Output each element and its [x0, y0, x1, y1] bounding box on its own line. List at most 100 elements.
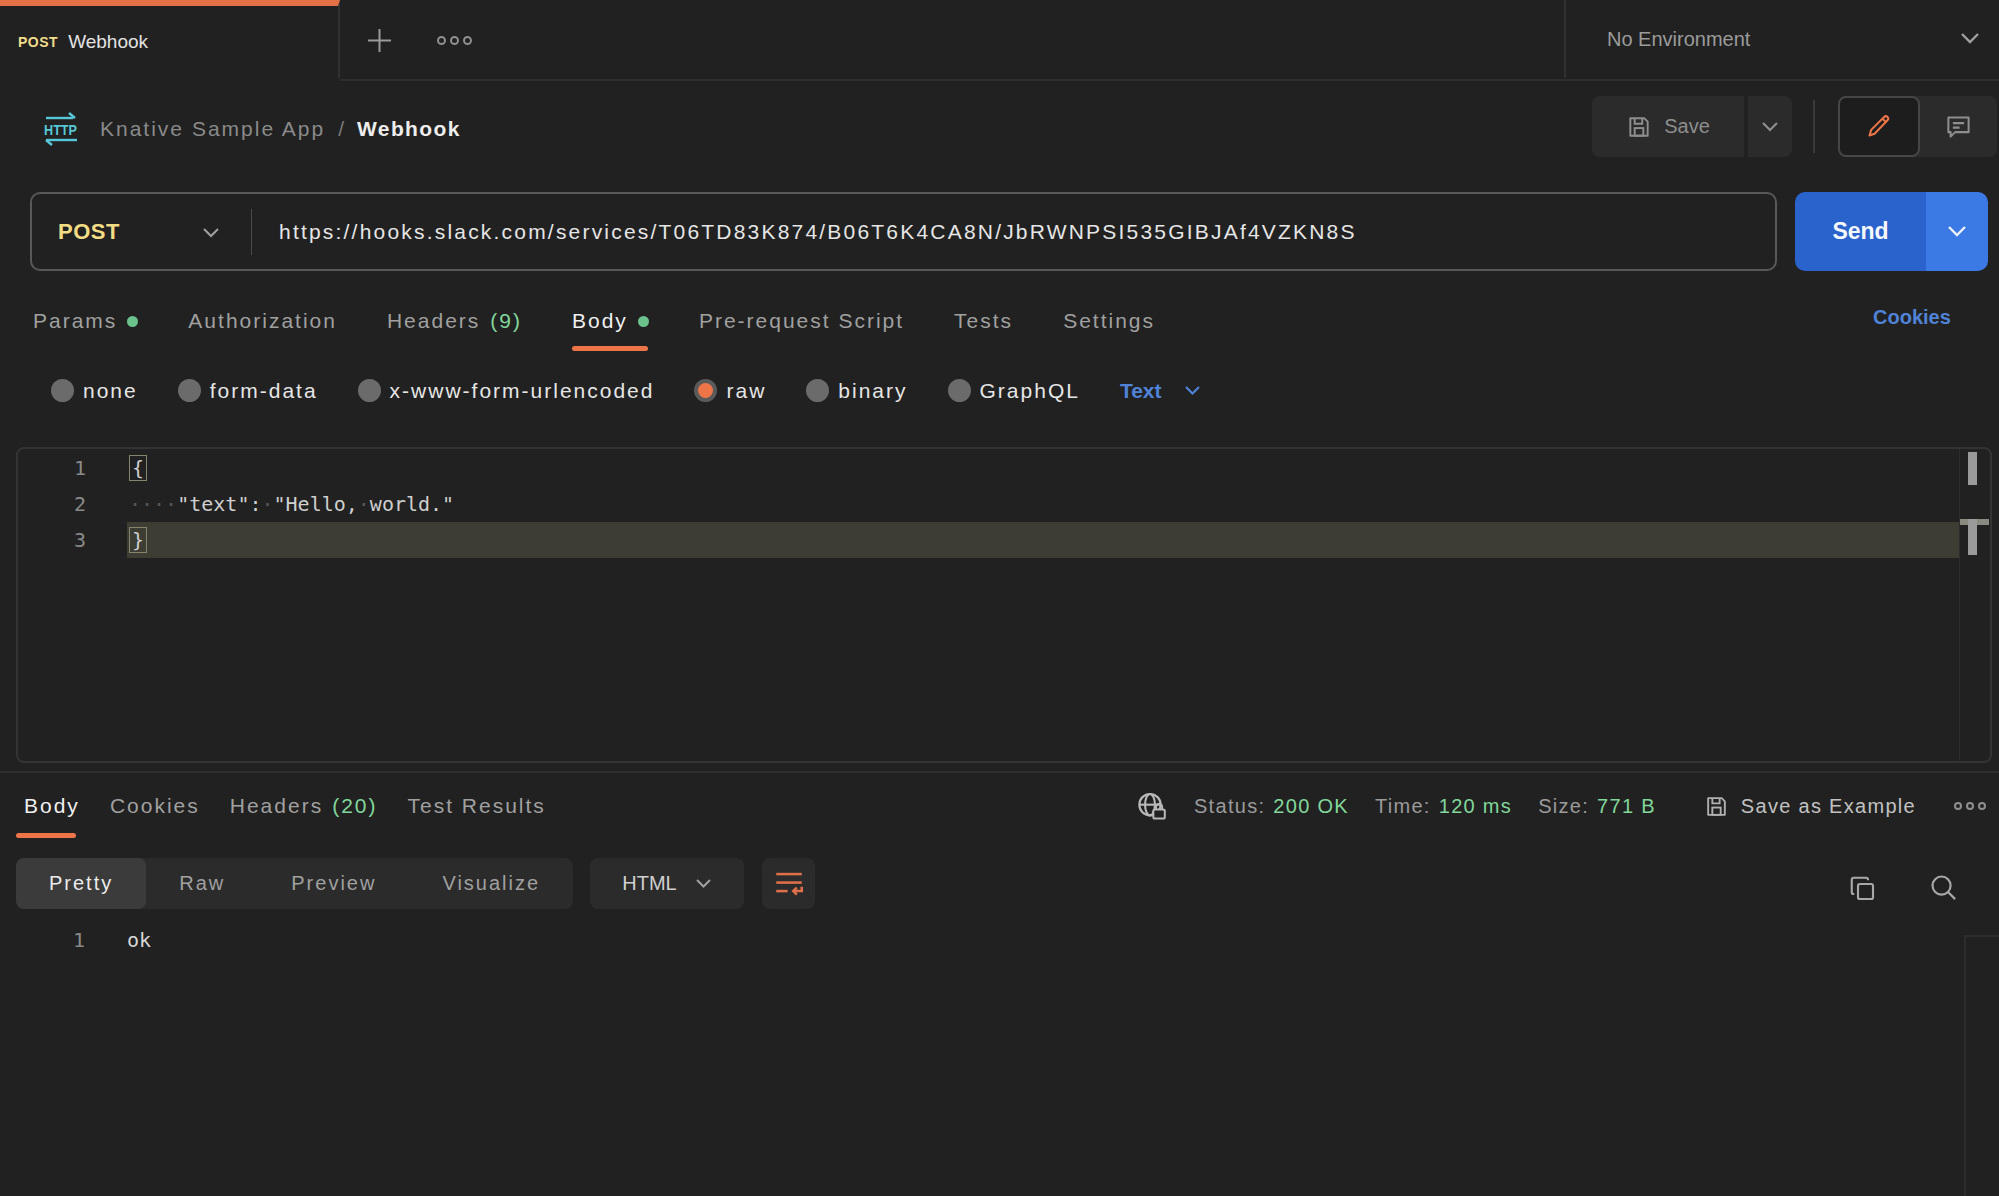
response-line-number: 1	[0, 922, 85, 958]
response-status-row: Status: 200 OK Time: 120 ms Size: 771 B …	[1136, 785, 1986, 827]
body-type-graphql[interactable]: GraphQL	[948, 379, 1080, 403]
view-raw[interactable]: Raw	[146, 858, 258, 909]
tab-pre-request-label: Pre-request Script	[699, 309, 904, 333]
cookies-link[interactable]: Cookies	[1873, 306, 1951, 329]
network-status-icon[interactable]	[1136, 790, 1168, 822]
tab-tests-label: Tests	[954, 309, 1013, 333]
view-preview[interactable]: Preview	[258, 858, 409, 909]
line-number-2: 2	[18, 486, 86, 522]
send-button[interactable]: Send	[1795, 192, 1926, 271]
raw-format-selector[interactable]: Text	[1120, 379, 1201, 403]
body-type-urlencoded-label: x-www-form-urlencoded	[390, 379, 655, 403]
environment-label: No Environment	[1607, 28, 1750, 51]
save-example-icon	[1704, 794, 1729, 819]
environment-selector[interactable]: No Environment	[1607, 0, 1750, 78]
environment-chevron-icon[interactable]	[1960, 31, 1980, 45]
breadcrumb-collection[interactable]: Knative Sample App	[100, 117, 325, 141]
url-divider	[251, 209, 252, 255]
open-brace: {	[129, 455, 147, 481]
tab-params-label: Params	[33, 309, 117, 333]
status-value[interactable]: 200 OK	[1273, 795, 1349, 818]
save-example-label: Save as Example	[1741, 795, 1916, 818]
body-type-raw[interactable]: raw	[694, 379, 766, 403]
response-tab-test-results[interactable]: Test Results	[408, 794, 546, 818]
body-type-x-www-form-urlencoded[interactable]: x-www-form-urlencoded	[358, 379, 655, 403]
status-label: Status:	[1194, 795, 1265, 818]
status-pair: Status: 200 OK	[1194, 795, 1349, 818]
view-pretty[interactable]: Pretty	[16, 858, 146, 909]
body-type-raw-label: raw	[726, 379, 766, 403]
view-visualize[interactable]: Visualize	[409, 858, 573, 909]
tab-tests[interactable]: Tests	[954, 309, 1013, 333]
radio-graphql[interactable]	[948, 379, 971, 402]
body-type-none[interactable]: none	[51, 379, 138, 403]
body-type-form-data-label: form-data	[210, 379, 318, 403]
save-options-button[interactable]	[1746, 96, 1792, 157]
response-options-icon[interactable]	[1954, 802, 1986, 810]
active-tab-underline	[572, 346, 648, 351]
edit-request-button[interactable]	[1838, 96, 1920, 157]
body-type-row: none form-data x-www-form-urlencoded raw…	[51, 378, 1201, 403]
response-headers-count: (20)	[332, 794, 377, 818]
breadcrumb-request-name[interactable]: Webhook	[357, 117, 461, 141]
time-pair: Time: 120 ms	[1375, 795, 1512, 818]
body-type-binary[interactable]: binary	[806, 379, 907, 403]
response-tab-cookies[interactable]: Cookies	[110, 794, 200, 818]
tab-settings[interactable]: Settings	[1063, 309, 1155, 333]
body-type-graphql-label: GraphQL	[980, 379, 1080, 403]
response-format-label: HTML	[622, 872, 676, 895]
tab-authorization[interactable]: Authorization	[188, 309, 337, 333]
scrollbar-mark-top[interactable]	[1968, 452, 1977, 485]
format-chevron-icon	[1184, 385, 1201, 396]
request-body-editor[interactable]: 1 { 2 ····"text":·"Hello,·world." 3 }	[16, 447, 1992, 763]
request-tabs: Params Authorization Headers (9) Body Pr…	[33, 298, 1155, 344]
save-icon	[1626, 114, 1652, 140]
radio-urlencoded[interactable]	[358, 379, 381, 402]
save-button[interactable]: Save	[1592, 96, 1744, 157]
editor-line-1: 1 {	[18, 450, 1990, 486]
tab-body[interactable]: Body	[572, 309, 649, 333]
response-format-dropdown[interactable]: HTML	[590, 858, 744, 909]
copy-response-button[interactable]	[1848, 874, 1878, 908]
response-tab-body[interactable]: Body	[24, 794, 80, 818]
request-side-tools	[1838, 96, 1997, 157]
tab-pre-request-script[interactable]: Pre-request Script	[699, 309, 904, 333]
radio-none[interactable]	[51, 379, 74, 402]
response-tab-body-label: Body	[24, 794, 80, 818]
svg-text:HTTP: HTTP	[44, 121, 77, 138]
scrollbar-mark-cursor[interactable]	[1968, 519, 1977, 555]
tab-title: Webhook	[68, 31, 148, 53]
line-number-1: 1	[18, 450, 86, 486]
size-value[interactable]: 771 B	[1597, 795, 1656, 818]
new-tab-icon[interactable]	[366, 27, 393, 54]
tab-options-icon[interactable]	[437, 36, 472, 45]
radio-binary[interactable]	[806, 379, 829, 402]
response-scrollbar-track[interactable]	[1964, 935, 1999, 1196]
radio-raw[interactable]	[694, 379, 717, 402]
send-options-button[interactable]	[1926, 192, 1988, 271]
tab-headers-count: (9)	[490, 309, 522, 333]
http-request-icon: HTTP	[43, 111, 80, 146]
response-tab-cookies-label: Cookies	[110, 794, 200, 818]
tab-headers[interactable]: Headers (9)	[387, 309, 522, 333]
response-tab-headers-label: Headers	[230, 794, 323, 818]
tab-strip-border	[340, 79, 1999, 81]
comments-button[interactable]	[1920, 96, 1998, 157]
wrap-lines-button[interactable]	[762, 858, 815, 909]
request-tab[interactable]: POST Webhook	[0, 0, 340, 78]
body-type-form-data[interactable]: form-data	[178, 379, 318, 403]
url-input[interactable]: https://hooks.slack.com/services/T06TD83…	[279, 194, 1357, 269]
tab-params[interactable]: Params	[33, 309, 138, 333]
radio-form-data[interactable]	[178, 379, 201, 402]
response-active-tab-underline	[16, 833, 76, 838]
response-format-chevron-icon	[695, 878, 712, 889]
method-selector[interactable]: POST	[58, 219, 120, 245]
env-divider	[1564, 0, 1566, 78]
search-response-button[interactable]	[1928, 872, 1959, 907]
time-value[interactable]: 120 ms	[1439, 795, 1512, 818]
line-number-3: 3	[18, 522, 86, 558]
response-tab-headers[interactable]: Headers (20)	[230, 794, 378, 818]
close-brace: }	[129, 527, 147, 553]
save-as-example-button[interactable]: Save as Example	[1704, 794, 1916, 819]
method-chevron-icon[interactable]	[202, 227, 220, 239]
